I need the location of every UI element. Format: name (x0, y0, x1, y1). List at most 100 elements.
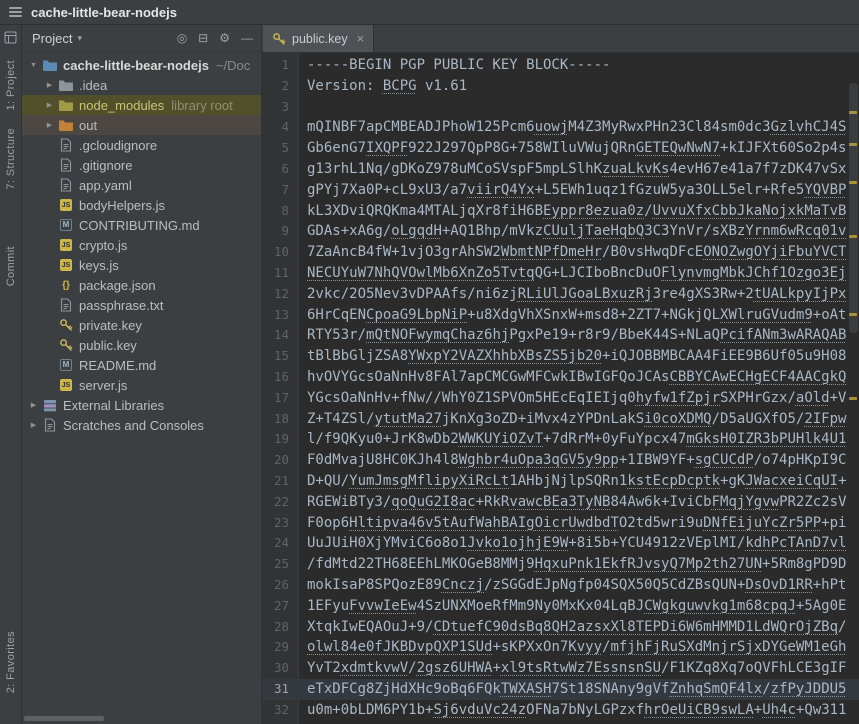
tree-item-passphrase-txt[interactable]: passphrase.txt (22, 295, 261, 315)
chevron-collapsed-icon[interactable]: ▶ (42, 121, 57, 129)
tree-item-node-modules[interactable]: ▶node_moduleslibrary root (22, 95, 261, 115)
editor-line-15[interactable]: 15tBlBbGljZSA8YWxpY2VAZXhhbXBsZS5jb20+iQ… (262, 346, 859, 367)
editor-scrollbar-thumb[interactable] (849, 83, 858, 333)
line-number: 17 (262, 388, 298, 409)
editor-line-18[interactable]: 18Z+T4ZSl/ytutMa27jKnXg3oZD+iMvx4zYPDnLa… (262, 409, 859, 430)
chevron-collapsed-icon[interactable]: ▶ (42, 81, 57, 89)
warning-stripe-mark[interactable] (849, 235, 857, 238)
collapse-all-icon[interactable]: ⊟ (198, 32, 208, 44)
tree-item-public-key[interactable]: public.key (22, 335, 261, 355)
chevron-collapsed-icon[interactable]: ▶ (42, 101, 57, 109)
editor-line-25[interactable]: 25/fdMtd22TH68EEhLMKOGeB8MMj9HqxuPnk1Ekf… (262, 554, 859, 575)
toolwindow-button-commit[interactable]: Commit (5, 237, 17, 295)
editor-line-27[interactable]: 271EFyuFvvwIeEw4SzUNXMoeRfMm9Ny0MxKx04Lq… (262, 596, 859, 617)
close-tab-icon[interactable]: × (357, 31, 365, 46)
toolwindow-button-project[interactable]: 1: Project (5, 51, 17, 119)
tree-item-gitignore[interactable]: .gitignore (22, 155, 261, 175)
editor-line-8[interactable]: 8kL3XDviQRQKma4MTALjqXr8fiH6BEyppr8ezua0… (262, 201, 859, 222)
toolwindow-button-favorites[interactable]: 2: Favorites (5, 622, 17, 702)
warning-stripe-mark[interactable] (849, 313, 857, 316)
tab-public-key[interactable]: public.key × (263, 25, 374, 52)
window-title: cache-little-bear-nodejs (31, 5, 177, 20)
code-editor[interactable]: 1-----BEGIN PGP PUBLIC KEY BLOCK-----2Ve… (262, 53, 859, 724)
tree-item-idea[interactable]: ▶ .idea (22, 75, 261, 95)
editor-line-29[interactable]: 29olwl84e0fJKBDvpQXP1SUd+sKPXxOn7Kvyy/mf… (262, 637, 859, 658)
editor-line-32[interactable]: 32u0m+0bLDM6PY1b+Sj6vduVc24zOFNa7bNyLGPz… (262, 700, 859, 721)
editor-line-17[interactable]: 17YGcsOaNnHv+fNw//WhY0Z1SPVOm5HEcEqIEIjq… (262, 388, 859, 409)
line-text: mokIsaP8SPQozE89Cnczj/zSGGdEJpNgfp04SQX5… (298, 575, 846, 596)
tree-item-keys-js[interactable]: JSkeys.js (22, 255, 261, 275)
chevron-collapsed-icon[interactable]: ▶ (26, 421, 41, 429)
editor-line-16[interactable]: 16hvOVYGcsOaNnHv8FAl7apCMCGwMFCwkIBwIGFQ… (262, 367, 859, 388)
line-number: 32 (262, 700, 298, 721)
locate-file-icon[interactable]: ◎ (177, 32, 187, 44)
chevron-collapsed-icon[interactable]: ▶ (26, 401, 41, 409)
editor-line-14[interactable]: 14RTY53r/mQtNOFwymqChaz6hjPgxPe19+r8r9/B… (262, 325, 859, 346)
tree-item-private-key[interactable]: private.key (22, 315, 261, 335)
editor-line-6[interactable]: 6g13rhL1Nq/gDKoZ978uMCoSVspF5mpLSlhKzuaL… (262, 159, 859, 180)
line-text: kL3XDviQRQKma4MTALjqXr8fiH6BEyppr8ezua0z… (298, 201, 846, 222)
error-stripe[interactable] (847, 53, 859, 724)
tree-item-gcloudignore[interactable]: .gcloudignore (22, 135, 261, 155)
editor-line-28[interactable]: 28XtqkIwEQAOuJ+9/CDtuefC90dsBq8QH2azsxXl… (262, 617, 859, 638)
warning-stripe-mark[interactable] (849, 111, 857, 114)
project-view-selector[interactable]: Project ▾ (32, 31, 82, 46)
tree-item-external-libraries[interactable]: ▶External Libraries (22, 395, 261, 415)
tree-item-scratches-and-consoles[interactable]: ▶ Scratches and Consoles (22, 415, 261, 435)
project-tool-icon[interactable] (4, 31, 17, 47)
editor-line-10[interactable]: 107ZaAncB4fW+1vjO3grAhSW2WbmtNPfDmeHr/B0… (262, 242, 859, 263)
line-text: l/f9QKyu0+JrK8wDb2WWKUYiOZvT+7dRrM+0yFuY… (298, 429, 846, 450)
editor-line-23[interactable]: 23F0op6Hltipva46v5tAufWahBAIgOicrUwdbdTO… (262, 513, 859, 534)
line-number: 3 (262, 97, 298, 118)
tree-item-label: .idea (79, 78, 107, 93)
editor-line-21[interactable]: 21D+QU/YumJmsgMflipyXiRcLt1AHbjNjlpSQRn1… (262, 471, 859, 492)
toolwindow-button-structure[interactable]: 7: Structure (5, 119, 17, 199)
settings-gear-icon[interactable]: ⚙ (219, 32, 230, 44)
editor-line-3[interactable]: 3 (262, 97, 859, 118)
line-number: 8 (262, 201, 298, 222)
editor-line-7[interactable]: 7gPYj7Xa0P+cL9xU3/a7viirQ4Yx+L5EWh1uqz1f… (262, 180, 859, 201)
tree-item-crypto-js[interactable]: JScrypto.js (22, 235, 261, 255)
line-number: 22 (262, 492, 298, 513)
line-text: NECUYuW7NhQVOwlMb6XnZo5TvtqQG+LJCIboBncD… (298, 263, 846, 284)
warning-stripe-mark[interactable] (849, 397, 857, 400)
folder-icon (57, 117, 75, 133)
tree-item-label: Scratches and Consoles (63, 418, 204, 433)
editor-line-31[interactable]: 31eTxDFCg8ZjHdXHc9oBq6FQkTWXASH7St18SNAn… (262, 679, 859, 700)
editor-line-13[interactable]: 136HrCqENCpoaG9LbpNiP+u8XdgVhXSnxW+msd8+… (262, 305, 859, 326)
chevron-expanded-icon[interactable]: ▼ (26, 62, 41, 69)
editor-line-24[interactable]: 24UuJUiH0XjYMviC6o8o1Jvko1ojhjE9W+8i5b+Y… (262, 533, 859, 554)
editor-line-20[interactable]: 20F0dMvajU8HC0KJh4l8Wghbr4uOpa3qGV5y9pp+… (262, 450, 859, 471)
editor-line-9[interactable]: 9GDAs+xA6g/oLgqdH+AQ1Bhp/mVkzCUuljTaeHqb… (262, 221, 859, 242)
editor-line-30[interactable]: 30YvT2xdmtkvwV/2gsz6UHWA+xl9tsRtwWz7Essn… (262, 658, 859, 679)
key-icon (57, 317, 75, 333)
tree-item-contributing-md[interactable]: MCONTRIBUTING.md (22, 215, 261, 235)
tree-item-server-js[interactable]: JSserver.js (22, 375, 261, 395)
line-text: 6HrCqENCpoaG9LbpNiP+u8XdgVhXSnxW+msd8+2Z… (298, 305, 846, 326)
line-text: F0op6Hltipva46v5tAufWahBAIgOicrUwdbdTO2t… (298, 513, 846, 534)
tree-item-out[interactable]: ▶out (22, 115, 261, 135)
line-number: 23 (262, 513, 298, 534)
tree-item-readme-md[interactable]: MREADME.md (22, 355, 261, 375)
editor-line-22[interactable]: 22RGEWiBTy3/qoQuG2I8ac+RkRvawcBEa3TyNB84… (262, 492, 859, 513)
editor-line-1[interactable]: 1-----BEGIN PGP PUBLIC KEY BLOCK----- (262, 55, 859, 76)
tree-item-app-yaml[interactable]: app.yaml (22, 175, 261, 195)
tree-item-bodyhelpers-js[interactable]: JSbodyHelpers.js (22, 195, 261, 215)
horizontal-scrollbar[interactable] (24, 716, 104, 721)
editor-line-11[interactable]: 11NECUYuW7NhQVOwlMb6XnZo5TvtqQG+LJCIboBn… (262, 263, 859, 284)
editor-line-26[interactable]: 26mokIsaP8SPQozE89Cnczj/zSGGdEJpNgfp04SQ… (262, 575, 859, 596)
warning-stripe-mark[interactable] (849, 181, 857, 184)
menu-icon[interactable] (9, 7, 22, 17)
editor-line-2[interactable]: 2Version: BCPG v1.61 (262, 76, 859, 97)
title-bar: cache-little-bear-nodejs (0, 0, 859, 25)
project-view-label: Project (32, 31, 72, 46)
line-number: 12 (262, 284, 298, 305)
warning-stripe-mark[interactable] (849, 143, 857, 146)
tree-item-cache-little-bear-nodejs[interactable]: ▼cache-little-bear-nodejs~/Doc (22, 55, 261, 75)
editor-line-19[interactable]: 19l/f9QKyu0+JrK8wDb2WWKUYiOZvT+7dRrM+0yF… (262, 429, 859, 450)
editor-line-5[interactable]: 5Gb6enG7IXQPF922J297QpP8G+758WIluVWujQRn… (262, 138, 859, 159)
editor-line-4[interactable]: 4mQINBF7apCMBEADJPhoW125Pcm6uowjM4Z3MyRw… (262, 117, 859, 138)
editor-line-12[interactable]: 122vkc/2O5Nev3vDPAAfs/ni6zjRLiUlJGoaLBxu… (262, 284, 859, 305)
tree-item-package-json[interactable]: {}package.json (22, 275, 261, 295)
hide-panel-icon[interactable]: — (241, 32, 253, 44)
